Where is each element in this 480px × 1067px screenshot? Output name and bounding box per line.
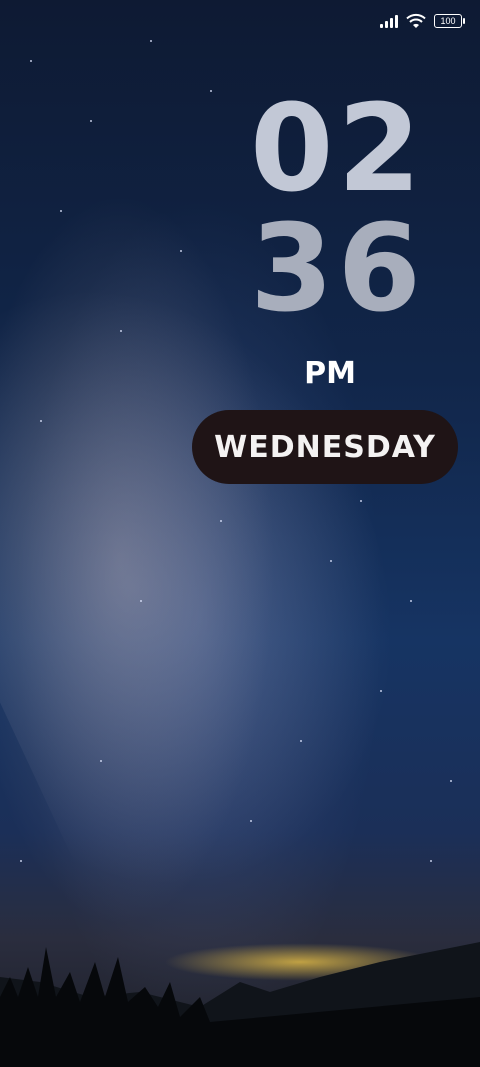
clock-ampm: PM	[304, 356, 356, 391]
day-of-week-pill[interactable]: WEDNESDAY	[192, 410, 458, 484]
status-bar: 100	[380, 10, 465, 32]
lockscreen-clock[interactable]: 02 36	[250, 80, 425, 339]
battery-icon: 100	[434, 14, 465, 28]
cell-signal-icon	[380, 14, 398, 28]
battery-level: 100	[440, 16, 456, 26]
wifi-icon	[406, 13, 426, 28]
clock-minutes: 36	[250, 200, 425, 339]
day-of-week: WEDNESDAY	[214, 429, 436, 465]
forest-silhouette	[0, 942, 480, 1067]
clock-hours: 02	[250, 80, 425, 219]
